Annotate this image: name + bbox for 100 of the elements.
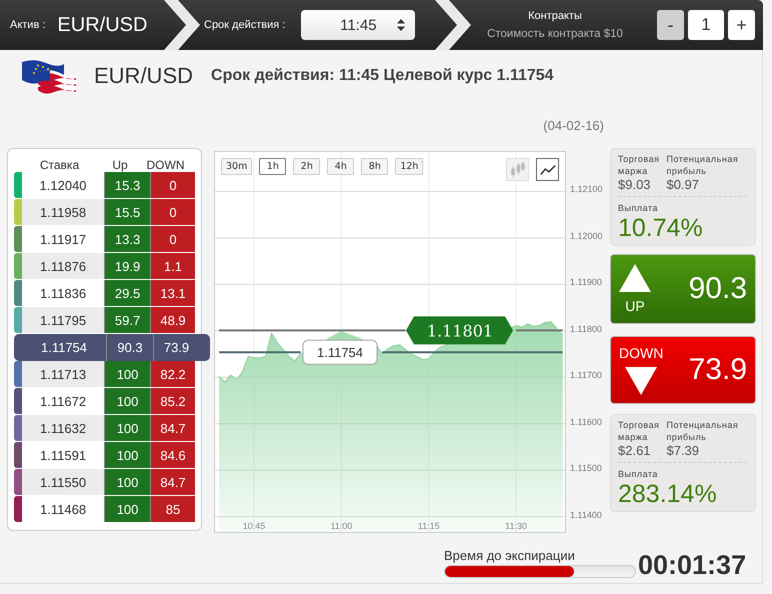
y-axis-label: 1.11900 [570,277,602,288]
expiry-select[interactable]: 11:45 [301,10,416,40]
down-cell: 84.6 [150,442,195,468]
strike-row[interactable]: 1.11795 59.7 48.9 [14,307,195,334]
up-cell: 15.3 [104,172,150,198]
strike-row[interactable]: 1.11958 15.5 0 [14,199,195,226]
up-button[interactable]: UP 90.3 [610,254,756,324]
payout-label: Выплата [618,202,659,214]
down-cell: 0 [150,226,195,252]
strike-price-label: 1.11754 [302,340,378,365]
margin-value: $9.03 [618,177,652,192]
profit-label: Потенциальная прибыль [666,419,740,443]
x-axis-label: 11:30 [505,521,527,531]
up-cell: 100 [104,496,150,522]
y-axis-label: 1.12100 [570,184,603,194]
strike-row[interactable]: 1.12040 15.3 0 [14,172,195,199]
strike-cell: 1.11795 [22,307,104,333]
profit-label: Потенциальная прибыль [666,153,740,177]
y-axis-label: 1.11800 [570,324,602,334]
expiry-label: Срок действия : [204,19,286,31]
asset-label: Актив : [10,19,46,31]
margin-value: $2.61 [618,443,652,458]
down-cell: 13.1 [150,280,195,306]
down-arrow-icon [625,367,658,395]
down-cell: 84.7 [150,415,195,441]
strike-cell: 1.11958 [22,199,104,225]
column-header: Ставка [38,158,80,172]
strike-row[interactable]: 1.11876 19.9 1.1 [14,253,195,280]
column-header: Up [111,158,129,172]
column-header: DOWN [146,158,186,172]
profit-value: $7.39 [666,443,700,458]
x-axis-label: 11:00 [330,521,352,531]
up-cell: 100 [104,361,150,387]
margin-label: Торговая маржа [618,153,660,177]
up-cell: 100 [104,442,150,468]
expiry-time-label: Время до экспирации [444,548,576,563]
strike-row[interactable]: 1.11672 100 85.2 [14,388,195,415]
line-chart-button[interactable] [536,158,559,181]
expiry-summary: Срок действия: 11:45 Целевой курс 1.11754 [211,67,554,85]
up-cell: 29.5 [104,280,150,306]
period-button[interactable]: 2h [293,158,320,175]
current-price-tag: 1.11801 [406,316,513,344]
period-button[interactable]: 30m [221,158,252,175]
strike-cell: 1.11713 [22,361,104,387]
up-cell: 100 [104,388,150,414]
x-axis-label: 11:15 [418,521,440,531]
down-cell: 48.9 [150,307,195,333]
strike-cell: 1.11550 [22,469,104,495]
asset-title: EUR/USD [94,63,194,89]
up-cell: 100 [104,469,150,495]
up-cell: 100 [104,415,150,441]
quantity-field[interactable]: 1 [688,10,724,40]
payout-value: 283.14% [618,480,718,508]
strike-row[interactable]: 1.11754 90.3 73.9 [14,334,210,361]
payout-label: Выплата [618,468,659,480]
period-button[interactable]: 8h [361,158,388,175]
down-button[interactable]: DOWN 73.9 [610,336,756,404]
up-cell: 19.9 [104,253,150,279]
y-axis-label: 1.11400 [570,510,602,520]
sort-icon [397,19,406,31]
up-cell: 59.7 [104,307,150,333]
down-cell: 85 [150,496,195,522]
strike-row[interactable]: 1.11550 100 84.7 [14,469,195,496]
contract-cost: Стоимость контракта $10 [487,28,623,40]
period-button[interactable]: 4h [327,158,354,175]
down-cell: 84.7 [150,469,195,495]
strike-row[interactable]: 1.11468 100 85 [14,496,195,523]
contracts-title: Контракты [528,10,582,22]
y-axis-label: 1.11500 [570,463,602,474]
up-arrow-icon [619,264,651,292]
y-axis-label: 1.11700 [570,370,602,380]
down-cell: 1.1 [150,253,195,279]
candlestick-icon [508,160,526,178]
down-cell: 0 [150,199,195,225]
profit-value: $0.97 [666,177,700,192]
flag-icon [20,58,76,94]
strike-cell: 1.11632 [22,415,104,441]
payout-value: 10.74% [618,214,704,242]
margin-label: Торговая маржа [618,419,660,443]
up-cell: 15.5 [104,199,150,225]
down-cell: 82.2 [150,361,195,387]
countdown-timer: 00:01:37 [638,550,746,581]
strike-row[interactable]: 1.11917 13.3 0 [14,226,195,253]
strike-row[interactable]: 1.11836 29.5 13.1 [14,280,195,307]
plus-button[interactable]: + [728,10,755,40]
period-button[interactable]: 12h [395,158,424,175]
strike-row[interactable]: 1.11632 100 84.7 [14,415,195,442]
minus-button[interactable]: - [657,10,684,40]
x-axis-label: 10:45 [242,521,266,531]
y-axis-label: 1.11600 [570,416,602,427]
asset-name: EUR/USD [57,14,148,36]
strike-cell: 1.11876 [22,253,104,279]
strike-cell-text: 1.11754 [40,339,88,357]
period-button[interactable]: 1h [259,158,286,175]
y-axis-label: 1.12000 [570,230,603,241]
strike-row[interactable]: 1.11591 100 84.6 [14,442,195,469]
up-cell: 13.3 [104,226,150,252]
down-cell: 85.2 [150,388,195,414]
strike-row[interactable]: 1.11713 100 82.2 [14,361,195,388]
date-label: (04-02-16) [543,118,604,132]
